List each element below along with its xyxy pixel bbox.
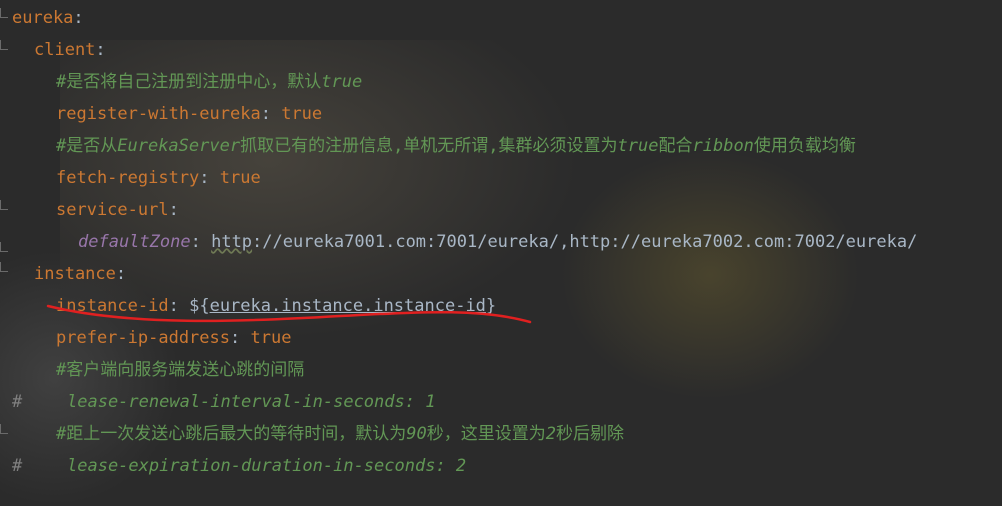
yaml-colon: : — [199, 168, 210, 188]
fold-marker-icon[interactable] — [0, 424, 8, 434]
code-line[interactable]: instance-id: ${eureka.instance.instance-… — [12, 290, 1002, 322]
yaml-key: fetch-registry — [56, 168, 200, 188]
code-line[interactable]: client: — [12, 34, 1002, 66]
fold-marker-icon[interactable] — [0, 40, 8, 50]
comment-text: #客户端向服务端发送心跳的间隔 — [56, 360, 305, 380]
comment-text: 秒后剔除 — [555, 424, 624, 444]
comment-text: lease-expiration-duration-in-seconds: 2 — [67, 456, 467, 476]
comment-hash: # — [12, 456, 23, 476]
yaml-key: instance-id — [56, 296, 169, 316]
comment-text: #是否从 — [56, 136, 118, 156]
comment-text: 使用负载均衡 — [753, 136, 856, 156]
yaml-colon: : — [230, 328, 241, 348]
yaml-key: client — [34, 40, 96, 60]
comment-text: #是否将自己注册到注册中心，默认 — [56, 72, 322, 92]
code-line[interactable]: eureka: — [12, 2, 1002, 34]
comment-hash: # — [12, 392, 23, 412]
code-line[interactable]: instance: — [12, 258, 1002, 290]
url-link[interactable]: http — [211, 232, 252, 252]
code-editor[interactable]: eureka: client: #是否将自己注册到注册中心，默认true reg… — [12, 2, 1002, 482]
code-line[interactable]: prefer-ip-address: true — [12, 322, 1002, 354]
code-line[interactable]: defaultZone: http://eureka7001.com:7001/… — [12, 226, 1002, 258]
fold-marker-icon[interactable] — [0, 242, 8, 252]
yaml-colon: : — [260, 104, 271, 124]
comment-text: true — [321, 72, 363, 92]
yaml-key: defaultZone — [78, 232, 191, 252]
placeholder-open: ${ — [189, 296, 210, 316]
yaml-colon: : — [95, 40, 106, 60]
comment-text: true — [617, 136, 659, 156]
comment-text: 90 — [406, 424, 427, 444]
url-link[interactable]: ://eureka7001.com:7001/eureka/,http://eu… — [252, 232, 917, 252]
yaml-value: true — [250, 328, 292, 348]
code-comment-line[interactable]: # lease-expiration-duration-in-seconds: 2 — [12, 450, 1002, 482]
yaml-value: true — [219, 168, 261, 188]
yaml-colon: : — [190, 232, 201, 252]
yaml-key: prefer-ip-address — [56, 328, 230, 348]
yaml-key: register-with-eureka — [56, 104, 261, 124]
fold-marker-icon[interactable] — [0, 8, 8, 18]
comment-text: EurekaServer — [117, 136, 241, 156]
code-comment-line[interactable]: #距上一次发送心跳后最大的等待时间，默认为90秒，这里设置为2秒后剔除 — [12, 418, 1002, 450]
comment-text: #距上一次发送心跳后最大的等待时间，默认为 — [56, 424, 407, 444]
placeholder-close: } — [485, 296, 497, 316]
comment-text: ribbon — [692, 136, 754, 156]
yaml-key: eureka — [12, 8, 74, 28]
code-line[interactable]: register-with-eureka: true — [12, 98, 1002, 130]
editor-gutter[interactable] — [0, 0, 12, 506]
code-comment-line[interactable]: #是否从EurekaServer抓取已有的注册信息,单机无所谓,集群必须设置为t… — [12, 130, 1002, 162]
yaml-key: instance — [34, 264, 116, 284]
yaml-colon: : — [168, 296, 179, 316]
yaml-colon: : — [115, 264, 127, 284]
comment-text: 秒，这里设置为 — [426, 424, 546, 444]
code-comment-line[interactable]: #客户端向服务端发送心跳的间隔 — [12, 354, 1002, 386]
yaml-colon: : — [168, 200, 179, 220]
comment-text: 2 — [545, 424, 556, 444]
code-line[interactable]: fetch-registry: true — [12, 162, 1002, 194]
comment-text: 抓取已有的注册信息,单机无所谓,集群必须设置为 — [240, 136, 618, 156]
code-comment-line[interactable]: # lease-renewal-interval-in-seconds: 1 — [12, 386, 1002, 418]
comment-text: lease-renewal-interval-in-seconds: 1 — [67, 392, 436, 412]
property-reference[interactable]: eureka.instance.instance-id — [210, 296, 486, 316]
code-line[interactable]: service-url: — [12, 194, 1002, 226]
yaml-key: service-url — [56, 200, 169, 220]
comment-text: 配合 — [658, 136, 693, 156]
yaml-colon: : — [73, 8, 84, 28]
fold-marker-icon[interactable] — [0, 200, 8, 210]
fold-marker-icon[interactable] — [0, 262, 8, 272]
code-comment-line[interactable]: #是否将自己注册到注册中心，默认true — [12, 66, 1002, 98]
yaml-value: true — [281, 104, 323, 124]
